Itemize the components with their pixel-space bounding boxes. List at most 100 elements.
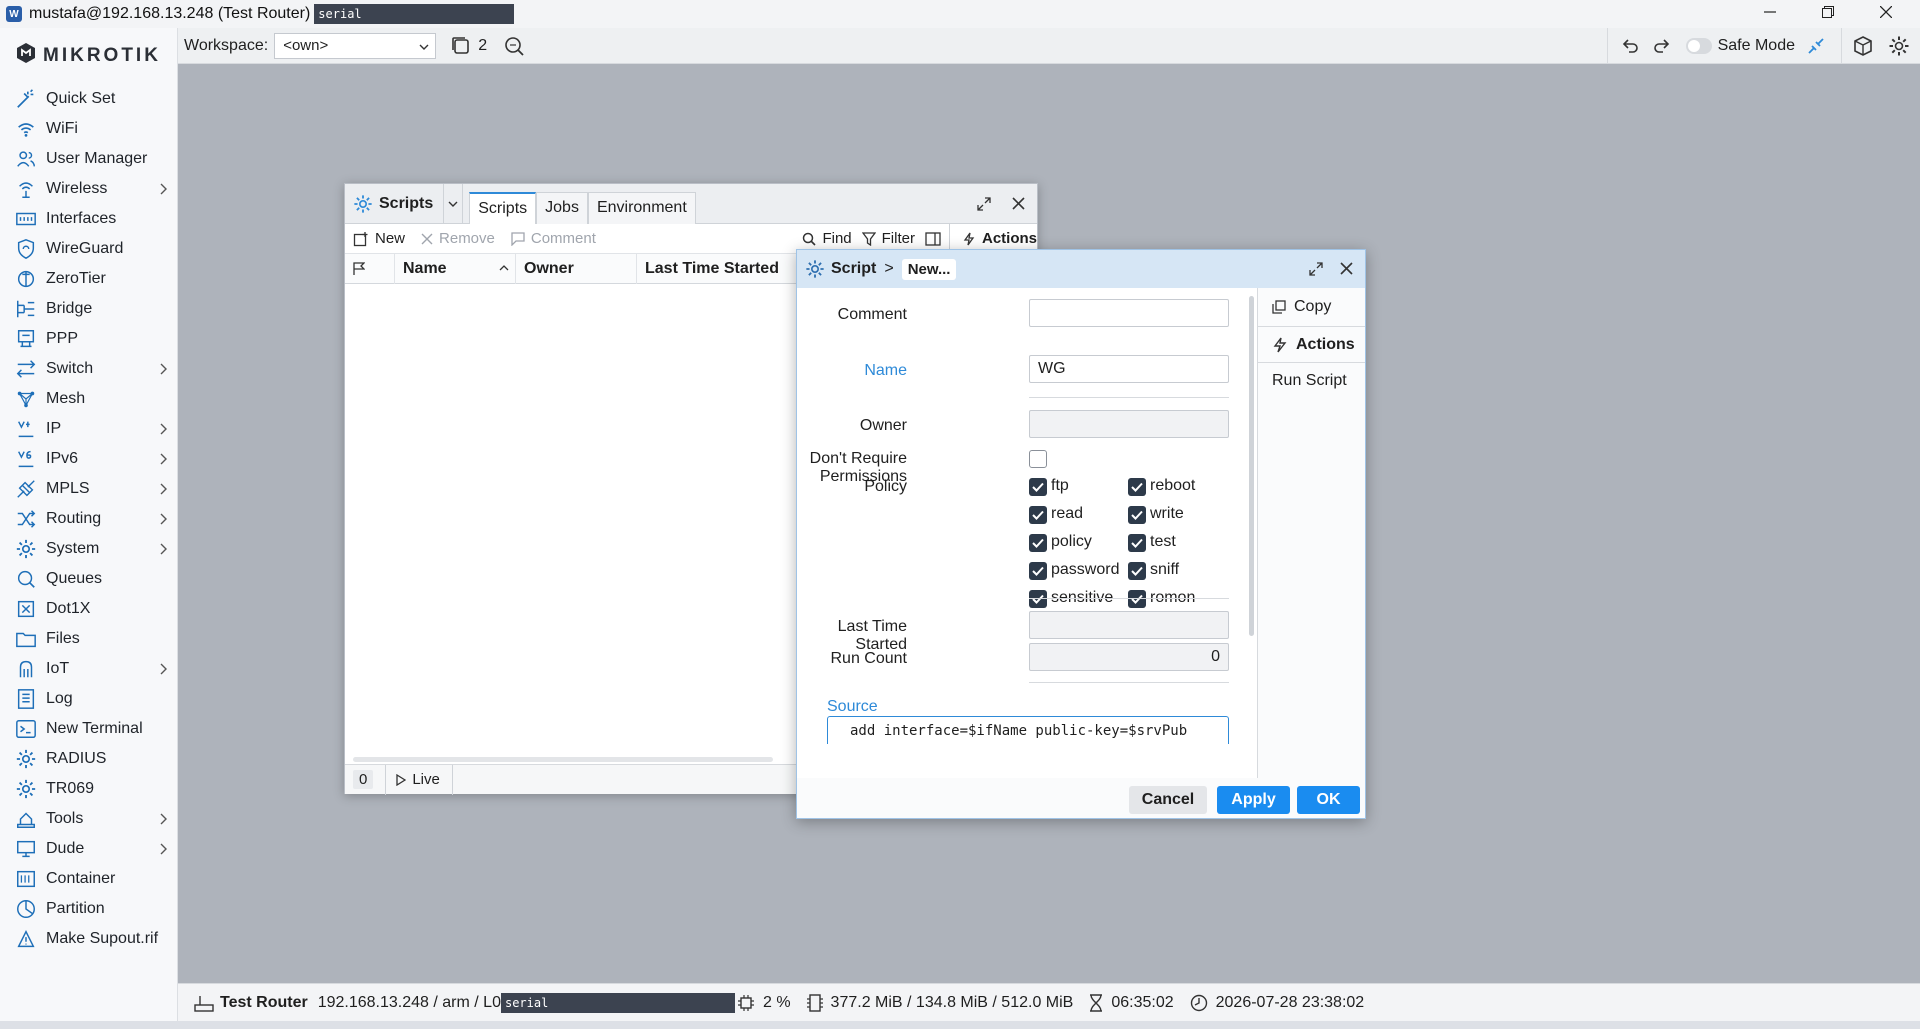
chevron-right-icon bbox=[160, 452, 167, 470]
breadcrumb-root[interactable]: Script bbox=[831, 260, 876, 278]
run-count-value: 0 bbox=[1211, 648, 1220, 665]
remove-button[interactable]: Remove bbox=[421, 230, 495, 247]
sidebar-item-interfaces[interactable]: Interfaces bbox=[0, 204, 177, 234]
column-owner[interactable]: Owner bbox=[516, 253, 637, 284]
policy-reboot-checkbox[interactable] bbox=[1128, 478, 1146, 496]
disconnect-icon[interactable] bbox=[1805, 35, 1827, 57]
dialog-scrollbar[interactable] bbox=[1249, 296, 1254, 636]
policy-policy-checkbox[interactable] bbox=[1029, 534, 1047, 552]
owner-label: Owner bbox=[859, 417, 907, 434]
run-script-button[interactable]: Run Script bbox=[1272, 372, 1347, 390]
sidebar-item-iot[interactable]: IoT bbox=[0, 654, 177, 684]
sidebar-item-label: WiFi bbox=[46, 120, 78, 137]
close-icon[interactable] bbox=[1012, 197, 1025, 210]
maximize-icon[interactable] bbox=[977, 197, 991, 211]
columns-icon[interactable] bbox=[925, 231, 941, 246]
sidebar-item-log[interactable]: Log bbox=[0, 684, 177, 714]
live-button[interactable]: Live bbox=[385, 764, 453, 795]
flag-column[interactable] bbox=[345, 253, 395, 284]
policy-read-checkbox[interactable] bbox=[1029, 506, 1047, 524]
settings-gear-icon[interactable] bbox=[1888, 35, 1910, 57]
sidebar-item-tools[interactable]: Tools bbox=[0, 804, 177, 834]
policy-romon-checkbox[interactable] bbox=[1128, 590, 1146, 608]
policy-sniff-checkbox[interactable] bbox=[1128, 562, 1146, 580]
policy-write-checkbox[interactable] bbox=[1128, 506, 1146, 524]
sidebar-item-routing[interactable]: Routing bbox=[0, 504, 177, 534]
sidebar-item-ipv6[interactable]: IPv6 bbox=[0, 444, 177, 474]
dont-require-permissions-checkbox[interactable] bbox=[1029, 450, 1047, 468]
policy-ftp-checkbox[interactable] bbox=[1029, 478, 1047, 496]
sidebar-item-user-manager[interactable]: User Manager bbox=[0, 144, 177, 174]
sidebar-item-files[interactable]: Files bbox=[0, 624, 177, 654]
sidebar-item-make-supout-rif[interactable]: Make Supout.rif bbox=[0, 924, 177, 954]
checkmark-icon bbox=[1131, 594, 1143, 604]
name-label: Name bbox=[864, 362, 907, 379]
restore-button[interactable] bbox=[1800, 0, 1856, 28]
column-name[interactable]: Name bbox=[395, 253, 516, 284]
source-editor[interactable]: add interface=$ifName public-key=$srvPub bbox=[827, 716, 1229, 744]
sidebar-item-label: Container bbox=[46, 870, 116, 887]
sidebar-item-label: New Terminal bbox=[46, 720, 143, 737]
sidebar-item-switch[interactable]: Switch bbox=[0, 354, 177, 384]
sidebar-item-new-terminal[interactable]: New Terminal bbox=[0, 714, 177, 744]
undo-icon[interactable] bbox=[1620, 38, 1640, 54]
tab-menu-button[interactable] bbox=[443, 183, 464, 224]
filter-button[interactable]: Filter bbox=[861, 230, 915, 247]
checkmark-icon bbox=[1032, 538, 1044, 548]
windows-icon[interactable] bbox=[450, 35, 472, 57]
sidebar-item-partition[interactable]: Partition bbox=[0, 894, 177, 924]
owner-input[interactable] bbox=[1029, 410, 1229, 438]
sidebar-item-quick-set[interactable]: Quick Set bbox=[0, 84, 177, 114]
memory-usage: 377.2 MiB / 134.8 MiB / 512.0 MiB bbox=[830, 993, 1074, 1011]
sidebar-item-zerotier[interactable]: ZeroTier bbox=[0, 264, 177, 294]
sidebar-item-dot1x[interactable]: Dot1X bbox=[0, 594, 177, 624]
sidebar-item-radius[interactable]: RADIUS bbox=[0, 744, 177, 774]
comment-button[interactable]: Comment bbox=[511, 230, 596, 247]
sidebar-item-mpls[interactable]: MPLS bbox=[0, 474, 177, 504]
find-button[interactable]: Find bbox=[802, 230, 852, 247]
sidebar-item-wifi[interactable]: WiFi bbox=[0, 114, 177, 144]
cpu-icon bbox=[737, 994, 755, 1012]
horizontal-scrollbar[interactable] bbox=[353, 757, 773, 762]
search-icon[interactable] bbox=[503, 35, 525, 57]
tab-jobs[interactable]: Jobs bbox=[536, 191, 588, 224]
sidebar-item-container[interactable]: Container bbox=[0, 864, 177, 894]
top-toolbar: Workspace: <own> 2 Safe Mode bbox=[178, 28, 1920, 64]
sidebar-item-wireguard[interactable]: WireGuard bbox=[0, 234, 177, 264]
tab-scripts[interactable]: Scripts bbox=[469, 191, 537, 224]
scripts-window-header: Scripts Scripts Jobs Environment bbox=[345, 183, 1037, 224]
sidebar-item-ip[interactable]: IP bbox=[0, 414, 177, 444]
last-time-started-input[interactable] bbox=[1029, 611, 1229, 639]
cancel-button[interactable]: Cancel bbox=[1129, 786, 1207, 814]
sidebar-item-ppp[interactable]: PPP bbox=[0, 324, 177, 354]
sidebar-item-wireless[interactable]: Wireless bbox=[0, 174, 177, 204]
policy-test-checkbox[interactable] bbox=[1128, 534, 1146, 552]
sidebar-item-dude[interactable]: Dude bbox=[0, 834, 177, 864]
close-icon[interactable] bbox=[1340, 262, 1353, 275]
sidebar-item-system[interactable]: System bbox=[0, 534, 177, 564]
policy-sensitive-checkbox[interactable] bbox=[1029, 590, 1047, 608]
sidebar-item-queues[interactable]: Queues bbox=[0, 564, 177, 594]
new-button[interactable]: New bbox=[353, 230, 405, 247]
close-window-button[interactable] bbox=[1858, 0, 1914, 28]
sidebar-item-mesh[interactable]: Mesh bbox=[0, 384, 177, 414]
maximize-icon[interactable] bbox=[1309, 262, 1323, 276]
apply-button[interactable]: Apply bbox=[1217, 786, 1290, 814]
package-icon[interactable] bbox=[1852, 35, 1874, 57]
sidebar-item-tr069[interactable]: TR069 bbox=[0, 774, 177, 804]
copy-label: Copy bbox=[1294, 298, 1332, 315]
sidebar-item-label: IoT bbox=[46, 660, 70, 677]
minimize-button[interactable] bbox=[1742, 0, 1798, 28]
copy-button[interactable]: Copy bbox=[1272, 298, 1331, 316]
comment-input[interactable] bbox=[1029, 299, 1229, 327]
ok-button[interactable]: OK bbox=[1297, 786, 1360, 814]
supout-icon bbox=[14, 927, 38, 951]
name-input[interactable]: WG bbox=[1029, 355, 1229, 383]
sidebar-item-bridge[interactable]: Bridge bbox=[0, 294, 177, 324]
safe-mode-toggle[interactable] bbox=[1685, 38, 1712, 54]
policy-password-checkbox[interactable] bbox=[1029, 562, 1047, 580]
tab-environment[interactable]: Environment bbox=[587, 191, 696, 224]
redo-icon[interactable] bbox=[1652, 38, 1672, 54]
workspace-select[interactable]: <own> bbox=[274, 32, 437, 59]
run-count-input[interactable]: 0 bbox=[1029, 643, 1229, 671]
